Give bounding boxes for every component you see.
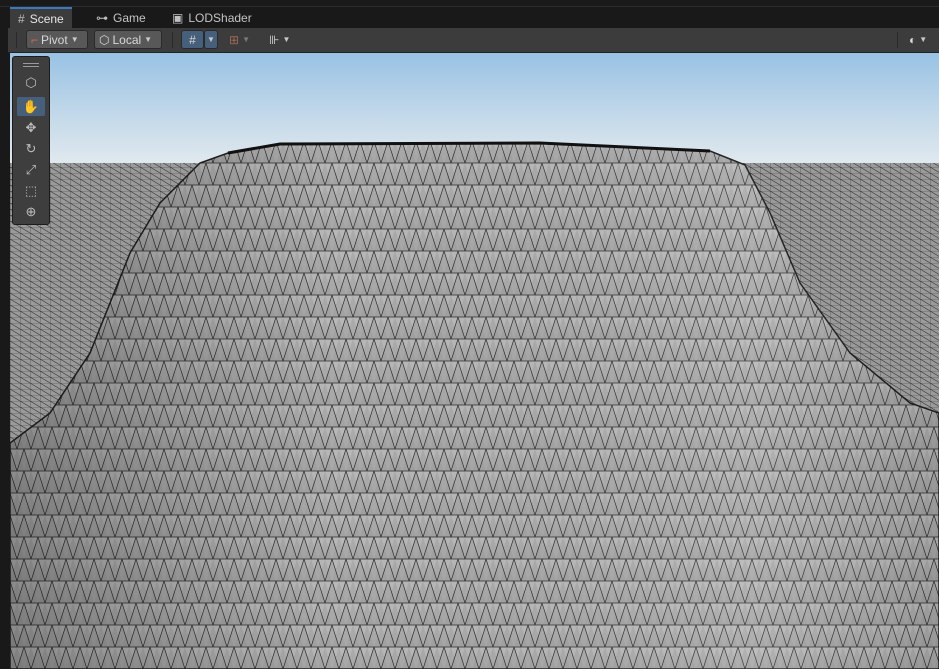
grid-snap-icon: # [189,32,196,47]
increment-snap-dropdown[interactable]: ⊞ ▼ [224,30,262,49]
chevron-down-icon: ▼ [242,35,250,44]
increment-snap-icon: ⊞ [229,32,240,47]
chevron-down-icon: ▼ [282,35,291,44]
scene-toolbar: ⌐ Pivot ▼ ⬡ Local ▼ # ▼ ⊞ ▼ ⊪ ▼ ◐ ▼ [8,28,939,53]
rotate-tool-icon[interactable]: ↻ [17,139,45,158]
move-tool-icon[interactable]: ✥ [17,118,45,137]
ruler-snap-dropdown[interactable]: ⊪ ▼ [264,30,300,49]
window-top-strip [0,0,939,7]
toolbar-separator [172,32,173,48]
scene-viewport[interactable] [10,53,939,669]
tab-scene-label: Scene [29,11,64,26]
grid-icon: # [18,11,25,26]
ruler-icon: ⊪ [269,32,280,47]
gamepad-icon: ⊶ [96,10,108,25]
tab-scene[interactable]: # Scene [10,7,72,28]
pivot-icon: ⌐ [31,32,39,47]
pivot-label: Pivot [41,32,68,47]
tab-game[interactable]: ⊶ Game [88,7,154,28]
tab-lodshader[interactable]: ▣ LODShader [164,7,260,28]
tab-game-label: Game [113,10,146,25]
tools-overlay: ⬡ ✋ ✥ ↻ ⤢ ⬚ ⊕ [12,56,50,225]
toolbar-separator [16,32,17,48]
scene-tab-bar: # Scene ⊶ Game ▣ LODShader [0,0,939,28]
draw-mode-dropdown[interactable]: ◐ ▼ [904,30,939,49]
local-label: Local [112,32,142,47]
toolbar-separator [897,32,898,48]
shading-sphere-icon: ◐ [909,32,917,47]
left-window-edge [0,28,8,669]
overlay-grip-icon[interactable] [23,63,39,64]
transform-tool-icon[interactable]: ⊕ [17,202,45,221]
local-space-icon: ⬡ [99,32,110,47]
grid-snap-toggle[interactable]: # [181,30,204,49]
scene-render[interactable] [10,53,939,669]
shader-icon: ▣ [172,10,184,25]
chevron-down-icon: ▼ [144,35,153,44]
grid-snap-dropdown[interactable]: ▼ [204,30,218,49]
scale-tool-icon[interactable]: ⤢ [17,160,45,179]
view-cube-icon[interactable]: ⬡ [17,73,45,92]
chevron-down-icon: ▼ [207,35,215,44]
hand-tool-icon[interactable]: ✋ [17,97,45,116]
chevron-down-icon: ▼ [70,35,79,44]
rect-tool-icon[interactable]: ⬚ [17,181,45,200]
local-dropdown[interactable]: ⬡ Local ▼ [94,30,162,49]
tab-lodshader-label: LODShader [188,10,252,25]
chevron-down-icon: ▼ [919,35,928,44]
pivot-dropdown[interactable]: ⌐ Pivot ▼ [26,30,88,49]
